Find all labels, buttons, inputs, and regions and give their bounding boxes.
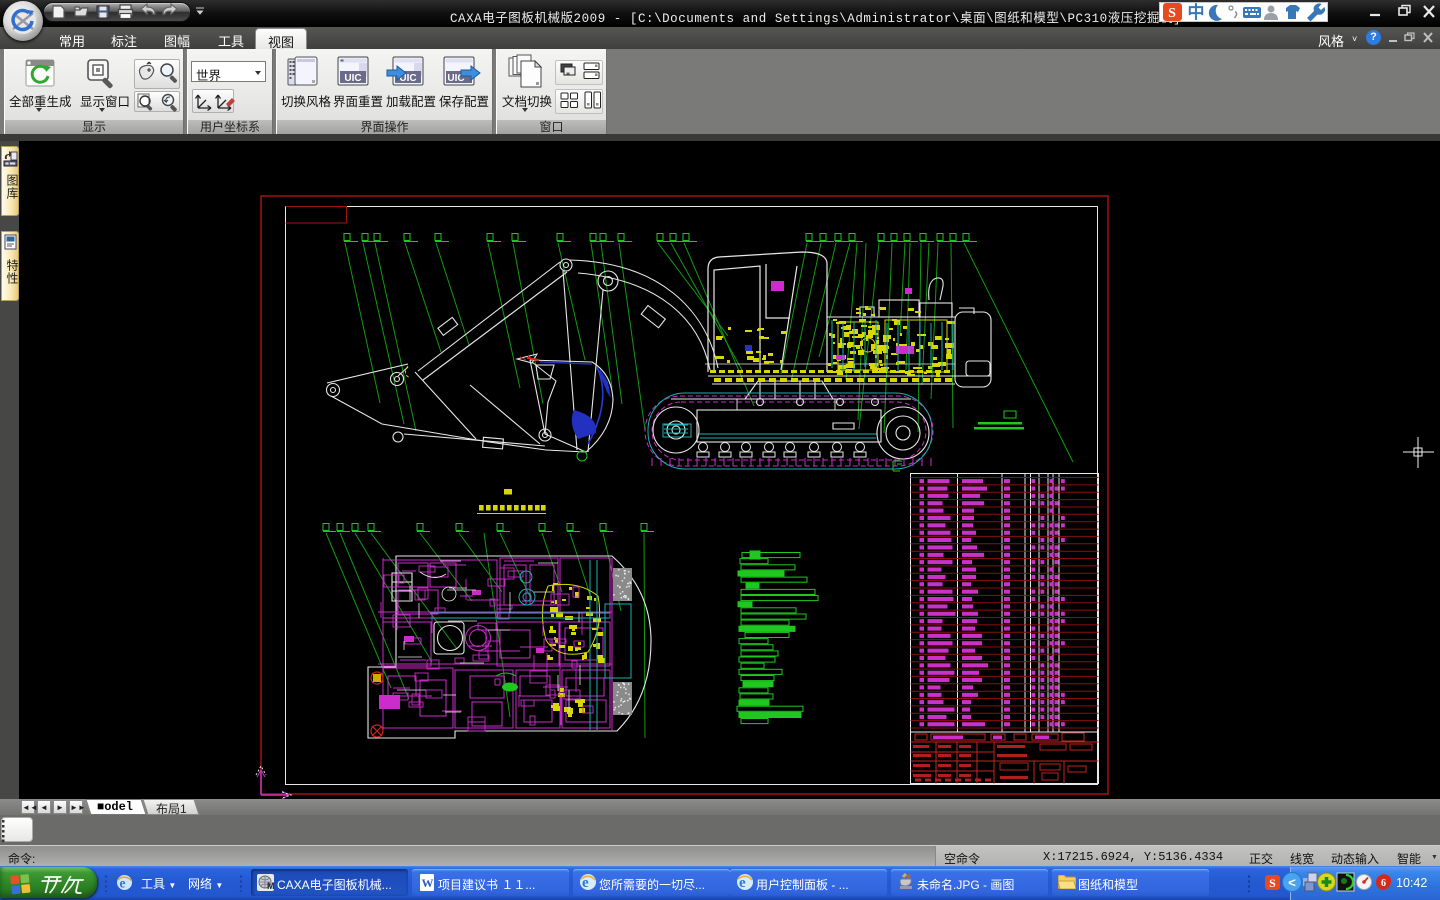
svg-text:W: W (422, 876, 434, 890)
svg-text:S: S (1269, 876, 1276, 890)
svg-text:M: M (267, 881, 274, 891)
svg-text:中: 中 (1188, 2, 1205, 22)
svg-text:S: S (1168, 6, 1176, 21)
svg-text:UIC: UIC (344, 73, 361, 84)
svg-text:6: 6 (1381, 878, 1386, 889)
svg-text:<: < (1288, 875, 1296, 890)
